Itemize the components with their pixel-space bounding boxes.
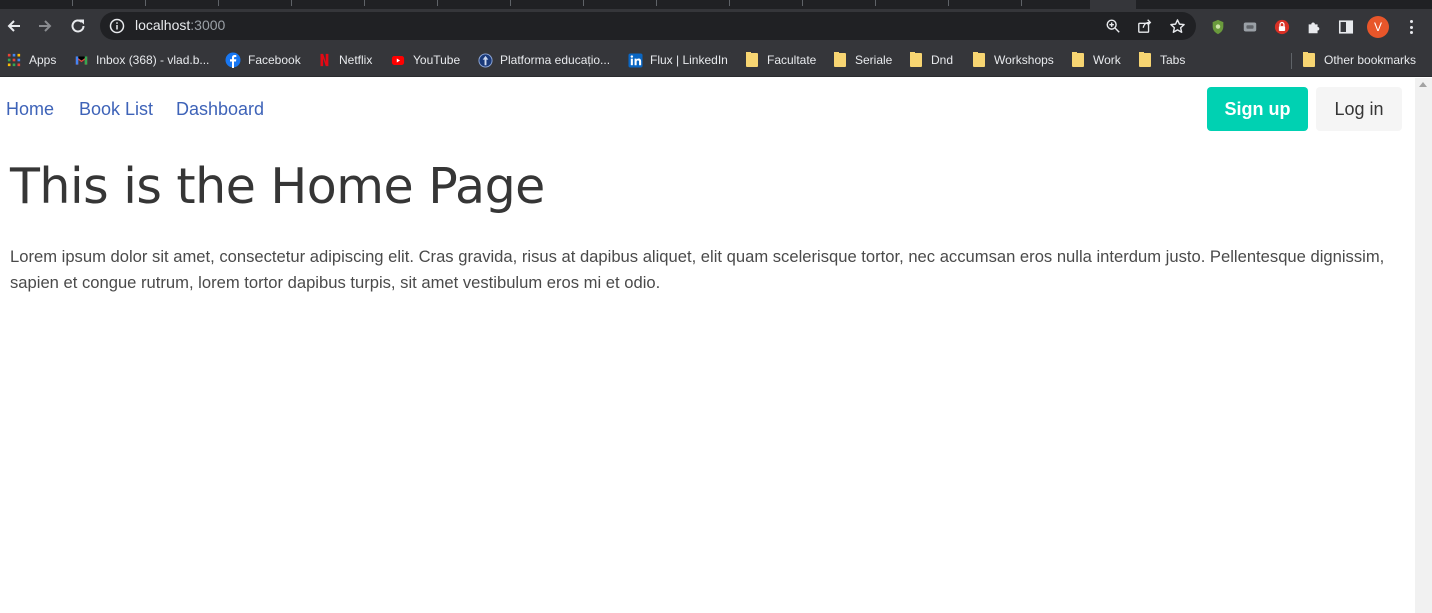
folder-icon [908, 52, 924, 68]
gmail-icon [73, 52, 89, 68]
tab-separator [145, 0, 146, 6]
bookmark-linkedin[interactable]: Flux | LinkedIn [627, 51, 728, 69]
bookmark-workshops[interactable]: Workshops [971, 51, 1054, 69]
folder-icon [744, 52, 760, 68]
nav-book-list-link[interactable]: Book List [79, 99, 153, 120]
tab-separator [802, 0, 803, 6]
tab-separator [510, 0, 511, 6]
browser-menu-icon[interactable] [1402, 18, 1420, 36]
bookmark-label: Facebook [248, 53, 301, 67]
site-info-icon[interactable] [109, 18, 125, 34]
bookmarks-divider [1291, 53, 1292, 69]
folder-icon [1137, 52, 1153, 68]
netflix-icon [316, 52, 332, 68]
tab-separator [583, 0, 584, 6]
extensions-puzzle-icon[interactable] [1305, 18, 1323, 36]
active-tab[interactable] [1090, 0, 1136, 9]
bookmark-label: Dnd [931, 53, 954, 67]
platform-icon [477, 52, 493, 68]
side-panel-icon[interactable] [1337, 18, 1355, 36]
nav-home-link[interactable]: Home [6, 99, 54, 120]
bookmark-label: Platforma educațio... [500, 53, 611, 67]
folder-icon [1070, 52, 1086, 68]
scroll-up-arrow-icon[interactable] [1419, 82, 1427, 87]
bookmark-facultate[interactable]: Facultate [744, 51, 816, 69]
bookmark-label: Facultate [767, 53, 817, 67]
screen-extension-icon[interactable] [1241, 18, 1259, 36]
apps-grid-icon [6, 52, 22, 68]
bookmark-label: Netflix [339, 53, 373, 67]
linkedin-icon [627, 52, 643, 68]
site-navbar: Home Book List Dashboard Sign up Log in [0, 78, 1415, 142]
bookmark-facebook[interactable]: Facebook [225, 51, 301, 69]
tab-separator [364, 0, 365, 6]
bookmark-label: Other bookmarks [1324, 53, 1417, 67]
bookmark-youtube[interactable]: YouTube [390, 51, 460, 69]
reload-icon[interactable] [65, 13, 91, 39]
folder-icon [832, 52, 848, 68]
page-paragraph: Lorem ipsum dolor sit amet, consectetur … [10, 247, 1385, 292]
tab-strip [0, 0, 1432, 9]
tab-separator [948, 0, 949, 6]
bookmark-netflix[interactable]: Netflix [316, 51, 372, 69]
profile-avatar[interactable]: V [1367, 16, 1389, 38]
bookmark-label: Tabs [1160, 53, 1186, 67]
facebook-icon [225, 52, 241, 68]
bookmark-platforma[interactable]: Platforma educațio... [477, 51, 610, 69]
vertical-scrollbar[interactable] [1415, 78, 1432, 613]
tab-separator [437, 0, 438, 6]
tab-separator [291, 0, 292, 6]
bookmark-tabs[interactable]: Tabs [1137, 51, 1185, 69]
bookmark-work[interactable]: Work [1070, 51, 1121, 69]
bookmark-label: Workshops [994, 53, 1054, 67]
bookmark-other[interactable]: Other bookmarks [1301, 51, 1416, 69]
folder-icon [971, 52, 987, 68]
zoom-icon[interactable] [1104, 17, 1122, 35]
shield-extension-icon[interactable] [1209, 18, 1227, 36]
nav-dashboard-link[interactable]: Dashboard [176, 99, 264, 120]
bookmark-inbox[interactable]: Inbox (368) - vlad.b... [73, 51, 209, 69]
bookmark-label: Work [1093, 53, 1121, 67]
tab-separator [875, 0, 876, 6]
address-url: localhost:3000 [135, 17, 225, 33]
address-bar[interactable]: localhost:3000 [100, 12, 1196, 40]
url-host: localhost [135, 17, 191, 33]
lock-extension-icon[interactable] [1273, 18, 1291, 36]
page-title: This is the Home Page [10, 158, 545, 215]
tab-separator [1021, 0, 1022, 6]
bookmark-seriale[interactable]: Seriale [832, 51, 892, 69]
bookmark-label: Apps [29, 53, 57, 67]
bookmarks-bar: Apps Inbox (368) - vlad.b... Facebook Ne… [0, 43, 1432, 77]
browser-toolbar: localhost:3000 V [0, 9, 1432, 43]
tab-separator [72, 0, 73, 6]
bookmark-label: YouTube [413, 53, 461, 67]
forward-arrow-icon[interactable] [32, 13, 58, 39]
youtube-icon [390, 52, 406, 68]
bookmark-label: Flux | LinkedIn [650, 53, 728, 67]
tab-separator [729, 0, 730, 6]
share-icon[interactable] [1136, 17, 1154, 35]
bookmark-apps[interactable]: Apps [6, 51, 56, 69]
page-viewport: Home Book List Dashboard Sign up Log in … [0, 78, 1415, 613]
tab-separator [656, 0, 657, 6]
bookmark-label: Seriale [855, 53, 893, 67]
bookmark-label: Inbox (368) - vlad.b... [96, 53, 210, 67]
sign-up-button[interactable]: Sign up [1207, 87, 1308, 131]
bookmark-dnd[interactable]: Dnd [908, 51, 953, 69]
tab-separator [218, 0, 219, 6]
folder-icon [1301, 52, 1317, 68]
url-port: :3000 [190, 17, 226, 33]
log-in-button[interactable]: Log in [1316, 87, 1402, 131]
back-arrow-icon[interactable] [1, 13, 27, 39]
bookmark-star-icon[interactable] [1168, 17, 1186, 35]
